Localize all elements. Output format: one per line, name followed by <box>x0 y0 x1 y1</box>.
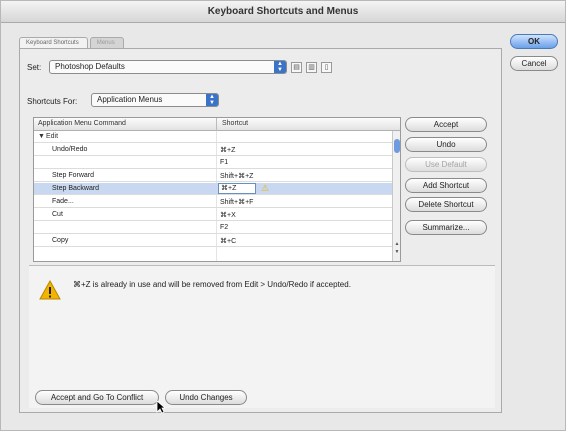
table-row[interactable]: Cut ⌘+X <box>34 209 392 221</box>
delete-shortcut-button[interactable]: Delete Shortcut <box>405 197 487 212</box>
scroll-up-arrow-icon[interactable]: ▲ <box>393 241 400 248</box>
table-row-selected[interactable]: Step Backward ⌘+Z ⚠ <box>34 183 392 195</box>
conflict-message: ⌘+Z is already in use and will be remove… <box>73 280 351 289</box>
ok-button[interactable]: OK <box>510 34 558 49</box>
title-bar[interactable]: Keyboard Shortcuts and Menus <box>1 1 565 23</box>
add-shortcut-button[interactable]: Add Shortcut <box>405 178 487 193</box>
row-command: Cut <box>52 211 63 218</box>
set-label: Set: <box>27 63 42 72</box>
conflict-message-area: ⌘+Z is already in use and will be remove… <box>29 265 495 408</box>
save-set-icon[interactable]: ▤ <box>291 62 302 73</box>
row-shortcut[interactable]: F2 <box>220 224 228 231</box>
delete-set-icon[interactable]: ▯ <box>321 62 332 73</box>
row-shortcut[interactable]: ⌘+Z <box>220 146 235 154</box>
row-command: Fade... <box>52 198 74 205</box>
table-row[interactable]: Fade... Shift+⌘+F <box>34 196 392 208</box>
table-row[interactable]: F2 <box>34 222 392 234</box>
select-arrows-icon: ▲ ▼ <box>274 61 286 73</box>
column-header-shortcut[interactable]: Shortcut <box>222 120 248 127</box>
column-divider <box>216 118 217 131</box>
table-header: Application Menu Command Shortcut <box>34 118 400 131</box>
row-shortcut[interactable]: F1 <box>220 159 228 166</box>
row-command: Undo/Redo <box>52 146 88 153</box>
table-row-group-edit[interactable]: ▼ Edit <box>34 131 392 143</box>
table-row[interactable]: Step Forward Shift+⌘+Z <box>34 170 392 182</box>
cancel-button[interactable]: Cancel <box>510 56 558 71</box>
shortcuts-for-select[interactable]: Application Menus ▲ ▼ <box>91 93 219 107</box>
undo-changes-button[interactable]: Undo Changes <box>165 390 247 405</box>
row-command: Step Forward <box>52 172 95 179</box>
conflict-warning-icon: ⚠ <box>261 183 270 193</box>
mouse-cursor-icon <box>156 400 166 414</box>
column-header-command[interactable]: Application Menu Command <box>38 120 126 127</box>
select-arrows-icon: ▲ ▼ <box>206 94 218 106</box>
disclosure-triangle-icon[interactable]: ▼ <box>38 133 45 140</box>
table-row[interactable]: F1 <box>34 157 392 169</box>
shortcuts-for-value: Application Menus <box>97 95 163 104</box>
scroll-down-arrow-icon[interactable]: ▼ <box>393 249 400 256</box>
table-row[interactable]: Copy ⌘+C <box>34 235 392 247</box>
group-label: Edit <box>46 133 59 140</box>
summarize-button[interactable]: Summarize... <box>405 220 487 235</box>
shortcuts-for-label: Shortcuts For: <box>27 97 78 106</box>
accept-button[interactable]: Accept <box>405 117 487 132</box>
row-command: Step Backward <box>52 185 100 192</box>
keyboard-shortcuts-dialog: Keyboard Shortcuts and Menus Keyboard Sh… <box>0 0 566 431</box>
use-default-button[interactable]: Use Default <box>405 157 487 172</box>
save-set-as-icon[interactable]: ▥ <box>306 62 317 73</box>
row-command: Copy <box>52 237 69 244</box>
set-select-value: Photoshop Defaults <box>55 62 125 71</box>
row-shortcut[interactable]: ⌘+X <box>220 211 236 219</box>
shortcut-edit-field[interactable]: ⌘+Z <box>218 183 256 194</box>
row-shortcut[interactable]: ⌘+C <box>220 237 236 245</box>
row-shortcut[interactable]: Shift+⌘+F <box>220 198 253 206</box>
shortcuts-table: Application Menu Command Shortcut ▼ Edit… <box>33 117 401 262</box>
scrollbar-thumb[interactable] <box>394 139 400 153</box>
table-row[interactable]: Undo/Redo ⌘+Z <box>34 144 392 156</box>
warning-icon <box>39 280 61 300</box>
table-scrollbar[interactable]: ▲ ▼ <box>392 131 400 261</box>
undo-button[interactable]: Undo <box>405 137 487 152</box>
accept-and-go-to-conflict-button[interactable]: Accept and Go To Conflict <box>35 390 159 405</box>
dialog-title: Keyboard Shortcuts and Menus <box>207 6 359 17</box>
set-select[interactable]: Photoshop Defaults ▲ ▼ <box>49 60 287 74</box>
row-shortcut[interactable]: Shift+⌘+Z <box>220 172 253 180</box>
